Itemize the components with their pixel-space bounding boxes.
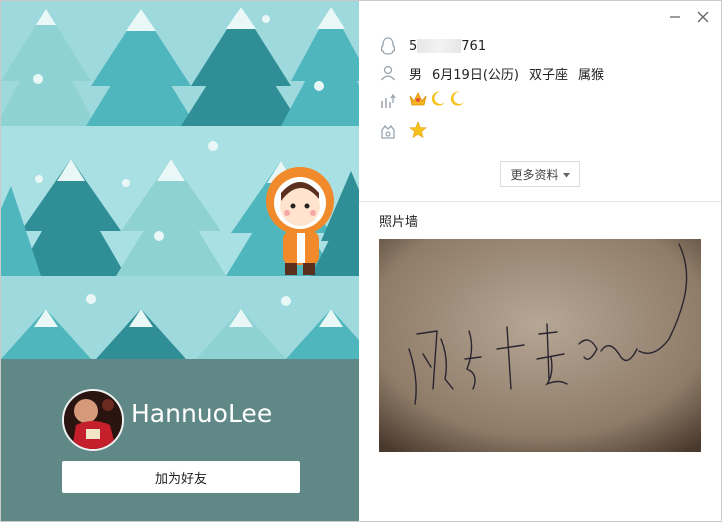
qq-penguin-icon	[379, 37, 397, 55]
birthday: 6月19日(公历)	[432, 67, 519, 83]
more-info-button[interactable]: 更多资料	[500, 161, 580, 187]
more-info-label: 更多资料	[510, 167, 559, 182]
avatar-image	[64, 391, 122, 449]
qq-number-masked	[417, 39, 462, 53]
avatar[interactable]	[62, 389, 124, 451]
star-icon[interactable]	[409, 121, 427, 143]
profile-cover-image	[1, 1, 359, 359]
photo-wall-title: 照片墙	[379, 215, 419, 230]
qq-number-prefix: 5	[409, 38, 418, 54]
personal-info-row: 男 6月19日(公历) 双子座 属猴	[379, 63, 614, 83]
level-chart-icon	[379, 92, 397, 110]
zodiac: 双子座	[528, 67, 568, 83]
vip-row	[379, 121, 427, 143]
add-friend-button[interactable]: 加为好友	[62, 461, 300, 493]
dropdown-arrow-icon	[562, 167, 570, 181]
close-icon[interactable]	[697, 11, 709, 27]
qq-number-row: 5 761	[379, 36, 496, 56]
person-icon	[379, 64, 397, 82]
nickname: HannuoLee	[131, 399, 273, 428]
moon-icon[interactable]	[430, 91, 446, 111]
handwriting-photo	[379, 239, 701, 452]
profile-info-panel: 5 761 男 6月19日(公历) 双子座 属猴 更多资料 照片墙	[359, 1, 721, 521]
crown-icon[interactable]	[409, 91, 427, 111]
profile-card-window: HannuoLee 加为好友 5 761 男 6月19日(公历) 双子座 属猴 …	[0, 0, 722, 522]
moon-icon[interactable]	[449, 91, 465, 111]
qq-number-suffix: 761	[461, 38, 487, 54]
chinese-zodiac: 属猴	[578, 67, 605, 83]
minimize-icon[interactable]	[669, 11, 681, 27]
photo-wall-image[interactable]	[379, 239, 701, 452]
profile-left-panel: HannuoLee 加为好友	[1, 1, 359, 521]
divider	[359, 201, 721, 202]
qq-number: 5 761	[409, 39, 486, 54]
winter-trees-illustration	[1, 1, 359, 359]
profile-footer	[1, 359, 359, 521]
gender: 男	[409, 67, 423, 83]
vip-badge-icon	[379, 123, 397, 141]
level-row	[379, 91, 465, 111]
